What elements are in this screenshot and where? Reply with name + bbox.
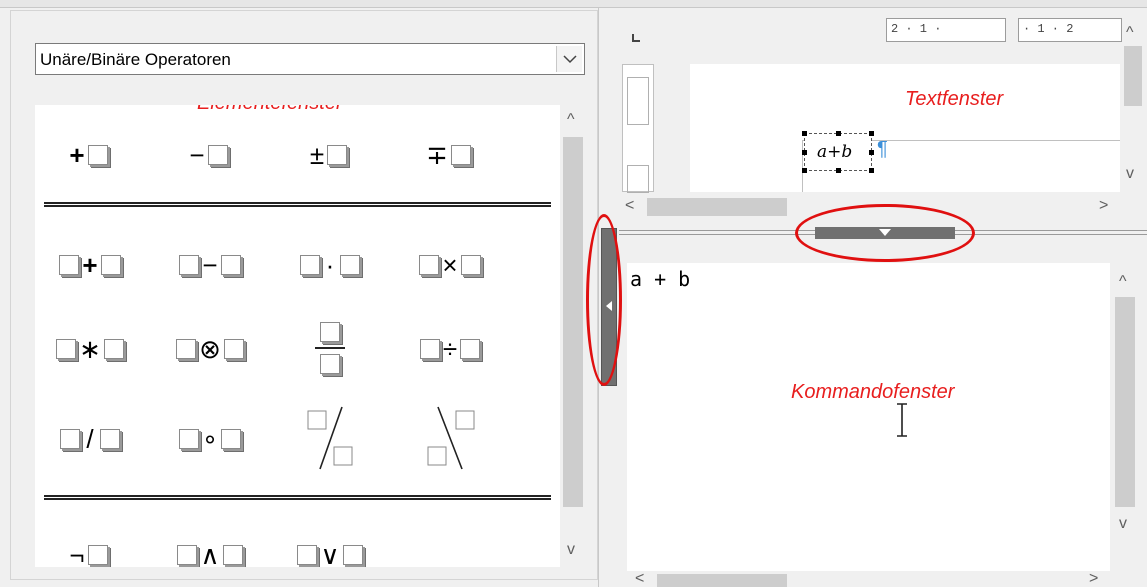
symbol-operator: × [442,250,458,280]
formula-object[interactable]: a+b [802,131,874,173]
scroll-left-icon[interactable]: < [625,197,634,215]
symbol-wideslash-a-b[interactable] [275,403,385,473]
horizontal-ruler: 2 · 1 · · 1 · 2 [886,18,1122,42]
ruler-segment: · 1 · 2 [1018,18,1122,42]
symbol-minus-a[interactable]: − [155,133,265,177]
symbol-a-slash-b[interactable]: / [35,417,145,461]
scrollbar-thumb[interactable] [1124,46,1142,106]
symbol-operator: ÷ [442,334,458,364]
text-window-scrollbar[interactable]: ^ v [1122,20,1144,192]
formula-text: a+b [817,142,853,162]
text-cursor-icon [897,403,907,437]
symbol-operator: ∓ [426,140,448,170]
scrollbar-thumb[interactable] [1115,297,1135,507]
ruler-segment: 2 · 1 · [886,18,1006,42]
symbol-a-plus-b[interactable]: + [35,243,145,287]
scrollbar-thumb[interactable] [647,198,787,216]
symbol-neg-a[interactable]: ¬ [35,533,145,567]
symbol-operator: + [69,140,85,170]
scroll-left-icon[interactable]: < [635,572,644,587]
paragraph-mark: ¶ [877,138,888,160]
text-window-label: Textfenster [905,88,1004,110]
elements-window-label: Elementefenster [197,105,343,115]
annotation-ellipse-horizontal [795,204,975,262]
symbol-operator: ⊗ [199,334,221,364]
scroll-down-icon[interactable]: v [567,541,575,559]
scrollbar-thumb[interactable] [563,137,583,507]
command-text[interactable]: a + b [630,267,690,291]
symbol-operator: − [202,250,218,280]
symbol-operator: − [189,140,205,170]
scroll-right-icon[interactable]: > [1089,572,1098,587]
scroll-up-icon[interactable]: ^ [567,111,575,129]
category-select[interactable]: Unäre/Binäre Operatoren [35,43,585,75]
widebslash-glyph [427,406,475,470]
window-top-frame [0,0,1147,8]
wideslash-glyph [307,406,353,470]
scroll-down-icon[interactable]: v [1119,515,1127,533]
symbol-plus-a[interactable]: + [35,133,145,177]
elements-grid: Elementefenster + − ± ∓ + − · × ∗ ⊗ ÷ [35,105,560,567]
symbol-operator: ∘ [201,424,219,454]
group-separator [44,202,551,207]
symbol-operator: ∗ [79,334,101,364]
ruler-mark [627,165,649,193]
symbol-operator: ¬ [69,540,85,567]
scroll-right-icon[interactable]: > [1099,197,1108,215]
category-select-value: Unäre/Binäre Operatoren [40,50,231,69]
symbol-widebslash-a-b[interactable] [395,403,505,473]
vertical-ruler [622,64,654,193]
document-page: Textfenster [690,64,1120,192]
command-window-scrollbar[interactable]: ^ v [1112,263,1138,571]
group-separator [44,495,551,500]
tab-stop-icon [632,34,640,42]
symbol-operator: / [86,424,94,454]
scroll-up-icon[interactable]: ^ [1126,24,1134,42]
symbol-a-div-b[interactable]: ÷ [395,327,505,371]
annotation-ellipse-vertical [586,214,622,386]
symbol-operator: + [82,250,98,280]
symbol-operator: ± [309,140,325,170]
symbol-a-cdot-b[interactable]: · [275,243,385,287]
scroll-down-icon[interactable]: v [1126,165,1134,183]
symbol-a-and-b[interactable]: ∧ [155,533,265,567]
chevron-down-icon [563,55,577,64]
command-window-label: Kommandofenster [791,381,955,403]
text-boundary [802,140,803,192]
symbol-operator: ∨ [320,540,340,567]
elements-scrollbar[interactable]: ^ v [560,105,586,567]
symbol-a-or-b[interactable]: ∨ [275,533,385,567]
symbol-minusplus-a[interactable]: ∓ [395,133,505,177]
command-hscroll-track[interactable]: < > [627,572,1110,587]
symbol-a-star-b[interactable]: ∗ [35,327,145,371]
symbol-a-otimes-b[interactable]: ⊗ [155,327,265,371]
ruler-mark [627,77,649,125]
symbol-frac-a-b[interactable] [275,313,385,383]
command-window[interactable]: a + b Kommandofenster [627,263,1110,571]
scroll-up-icon[interactable]: ^ [1119,273,1127,291]
symbol-operator: · [325,250,335,280]
symbol-a-circ-b[interactable]: ∘ [155,417,265,461]
scrollbar-thumb[interactable] [657,574,787,587]
symbol-operator: ∧ [200,540,220,567]
symbol-a-times-b[interactable]: × [395,243,505,287]
symbol-a-minus-b[interactable]: − [155,243,265,287]
symbol-plusminus-a[interactable]: ± [275,133,385,177]
dropdown-button[interactable] [556,46,582,72]
